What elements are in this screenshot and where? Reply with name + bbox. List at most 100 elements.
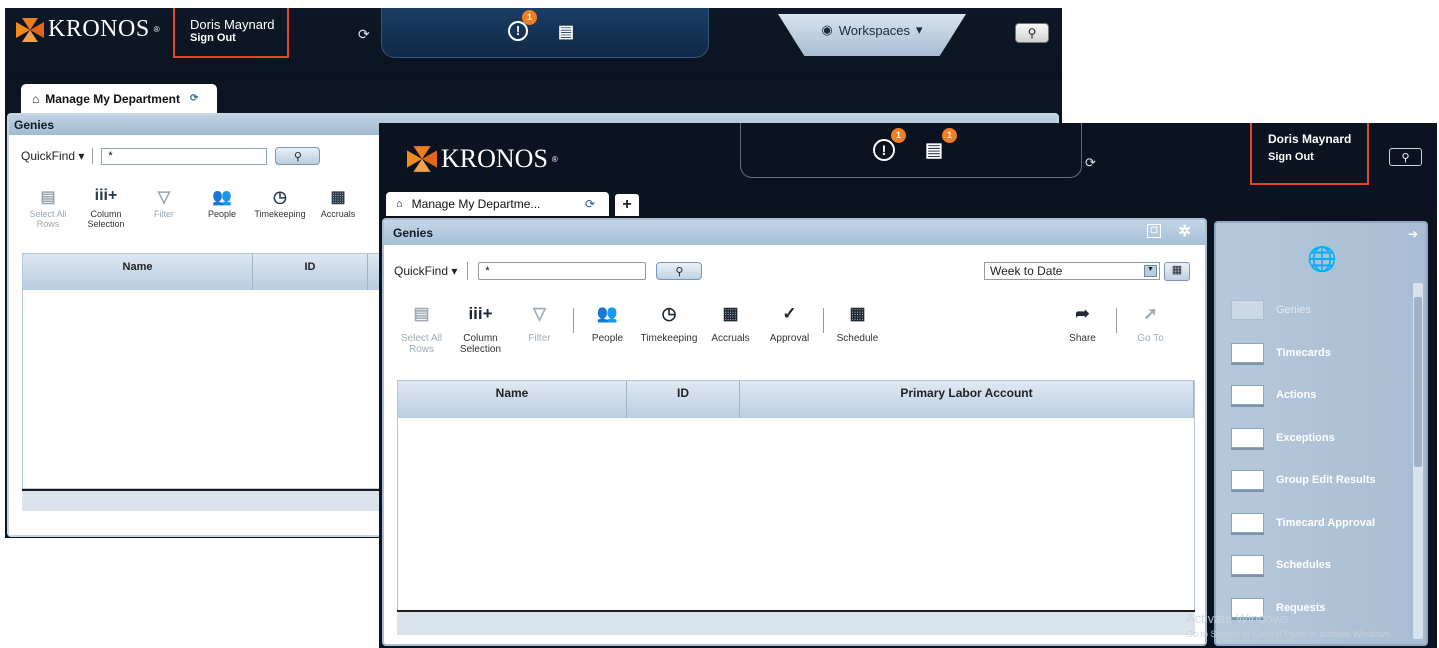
search-button[interactable]: ⚲ <box>1389 148 1422 166</box>
column-header-name[interactable]: Name <box>398 381 627 418</box>
divider <box>467 262 469 280</box>
column-header-primary-labor-account[interactable]: Primary Labor Account <box>740 381 1194 418</box>
sidebar-item-schedules[interactable]: Schedules <box>1231 544 1376 587</box>
column-selection-icon: iii+ <box>94 187 118 204</box>
foreground-kronos-window: KRONOS ® ! 1 ▤ 1 ⟳ Doris Maynard Sign Out… <box>379 123 1437 648</box>
refresh-icon[interactable]: ⟳ <box>1085 155 1096 171</box>
divider <box>1116 308 1117 333</box>
refresh-icon[interactable]: ⟳ <box>585 197 595 211</box>
tab-manage-my-department[interactable]: ⌂ Manage My Departme... ⟳ <box>386 192 609 216</box>
kronos-logo: KRONOS ® <box>16 16 160 43</box>
tab-manage-my-department[interactable]: ⌂ Manage My Department ⟳ <box>21 84 217 113</box>
gear-icon[interactable]: ✲ <box>1178 222 1191 240</box>
sidebar-item-actions[interactable]: Actions <box>1231 374 1376 417</box>
panel-title-bar: Genies ▢ ✲ <box>384 220 1205 245</box>
widget-icon <box>1231 512 1264 533</box>
quickfind-bar: QuickFind ▾ ⚲ <box>394 262 703 280</box>
logo-text: KRONOS <box>441 144 548 173</box>
tasks-badge: 1 <box>942 128 957 143</box>
quickfind-input[interactable] <box>478 262 647 280</box>
sidebar-item-group-edit-results[interactable]: Group Edit Results <box>1231 459 1376 502</box>
column-selection-button[interactable]: iii+ Column Selection <box>451 304 510 355</box>
sign-out-link[interactable]: Sign Out <box>1268 151 1367 163</box>
sidebar-scrollbar[interactable] <box>1413 283 1423 639</box>
select-all-rows-button[interactable]: ▤ Select All Rows <box>19 187 77 229</box>
globe-icon: 🌐 <box>1307 246 1337 273</box>
column-selection-icon: iii+ <box>468 304 493 323</box>
column-selection-button[interactable]: iii+ Column Selection <box>77 187 135 229</box>
tasks-icon[interactable]: ▤ <box>558 22 574 42</box>
activate-windows-title: Activate Windows <box>1186 611 1289 626</box>
widget-icon <box>1231 300 1264 321</box>
alert-badge: 1 <box>891 128 906 143</box>
column-header-name[interactable]: Name <box>23 254 253 290</box>
column-header-id[interactable]: ID <box>253 254 368 290</box>
column-header-id[interactable]: ID <box>627 381 740 418</box>
panel-title: Genies <box>393 226 434 240</box>
add-tab-button[interactable]: + <box>615 194 639 216</box>
timekeeping-icon: ◷ <box>661 304 677 323</box>
quickfind-dropdown[interactable]: QuickFind ▾ <box>21 149 84 163</box>
sidebar-item-timecard-approval[interactable]: Timecard Approval <box>1231 502 1376 545</box>
refresh-icon[interactable]: ⟳ <box>190 93 198 104</box>
approval-button[interactable]: ✓ Approval <box>760 304 819 355</box>
filter-button[interactable]: ▽ Filter <box>510 304 569 355</box>
accruals-icon: ▦ <box>722 304 739 323</box>
divider <box>823 308 824 333</box>
collapse-arrow-icon[interactable]: ➔ <box>1408 227 1418 241</box>
people-icon: 👥 <box>596 304 619 323</box>
accruals-button[interactable]: ▦ Accruals <box>701 304 760 355</box>
widget-icon <box>1231 555 1264 576</box>
accruals-button[interactable]: ▦ Accruals <box>309 187 367 229</box>
scrollbar-thumb[interactable] <box>1414 297 1422 467</box>
calendar-icon: ▦ <box>1171 264 1183 276</box>
widget-icon <box>1231 427 1264 448</box>
refresh-icon[interactable]: ⟳ <box>358 26 370 43</box>
search-icon: ⚲ <box>293 150 302 163</box>
quickfind-input[interactable] <box>101 147 268 165</box>
quickfind-search-button[interactable]: ⚲ <box>275 147 321 165</box>
people-button[interactable]: 👥 People <box>578 304 637 355</box>
related-items-list: Genies Timecards Actions Exceptions Grou… <box>1231 289 1376 629</box>
logo-text: KRONOS <box>48 16 150 42</box>
timekeeping-icon: ◷ <box>273 189 287 206</box>
people-button[interactable]: 👥 People <box>193 187 251 229</box>
accruals-icon: ▦ <box>330 189 346 206</box>
calendar-button[interactable]: ▦ <box>1164 262 1190 281</box>
employee-grid: Name ID Primary Labor Account <box>397 380 1195 620</box>
maximize-icon[interactable]: ▢ <box>1147 224 1161 238</box>
notification-tray: ! 1 ▤ 1 <box>740 123 1082 178</box>
sidebar-item-genies[interactable]: Genies <box>1231 289 1376 332</box>
sidebar-item-timecards[interactable]: Timecards <box>1231 332 1376 375</box>
go-to-icon: ➚ <box>1143 304 1158 323</box>
filter-button[interactable]: ▽ Filter <box>135 187 193 229</box>
share-button[interactable]: ➦ Share <box>1053 304 1112 344</box>
go-to-button[interactable]: ➚ Go To <box>1121 304 1180 344</box>
search-icon: ⚲ <box>1027 26 1037 40</box>
toolbar-right: ➦ Share ➚ Go To <box>1053 304 1180 344</box>
select-all-rows-button[interactable]: ▤ Select All Rows <box>392 305 451 355</box>
divider <box>92 148 94 164</box>
approval-icon: ✓ <box>782 304 797 323</box>
related-items-pane: ➔ 🌐 Genies Timecards Actions Exceptions … <box>1214 221 1428 646</box>
alert-icon[interactable]: ! <box>873 139 895 161</box>
time-period-select[interactable]: Week to Date ▼ <box>984 262 1160 280</box>
kronos-logo: KRONOS ® <box>407 144 558 174</box>
tasks-icon[interactable]: ▤ <box>925 139 943 162</box>
sign-out-link[interactable]: Sign Out <box>190 32 287 44</box>
search-icon: ⚲ <box>1401 151 1410 164</box>
search-button[interactable]: ⚲ <box>1015 23 1049 43</box>
divider <box>573 308 574 333</box>
timekeeping-button[interactable]: ◷ Timekeeping <box>637 304 701 355</box>
alert-badge: 1 <box>522 10 537 25</box>
chevron-down-icon: ▼ <box>1144 265 1157 277</box>
schedule-button[interactable]: ▦ Schedule <box>828 305 887 355</box>
filter-icon: ▽ <box>532 304 547 323</box>
share-icon: ➦ <box>1075 304 1090 323</box>
kronos-logo-icon <box>407 146 437 172</box>
quickfind-search-button[interactable]: ⚲ <box>656 262 703 280</box>
quickfind-dropdown[interactable]: QuickFind ▾ <box>394 264 457 278</box>
sidebar-item-exceptions[interactable]: Exceptions <box>1231 417 1376 460</box>
timekeeping-button[interactable]: ◷ Timekeeping <box>251 187 309 229</box>
workspaces-dropdown[interactable]: ◉ Workspaces ▾ <box>778 14 966 56</box>
